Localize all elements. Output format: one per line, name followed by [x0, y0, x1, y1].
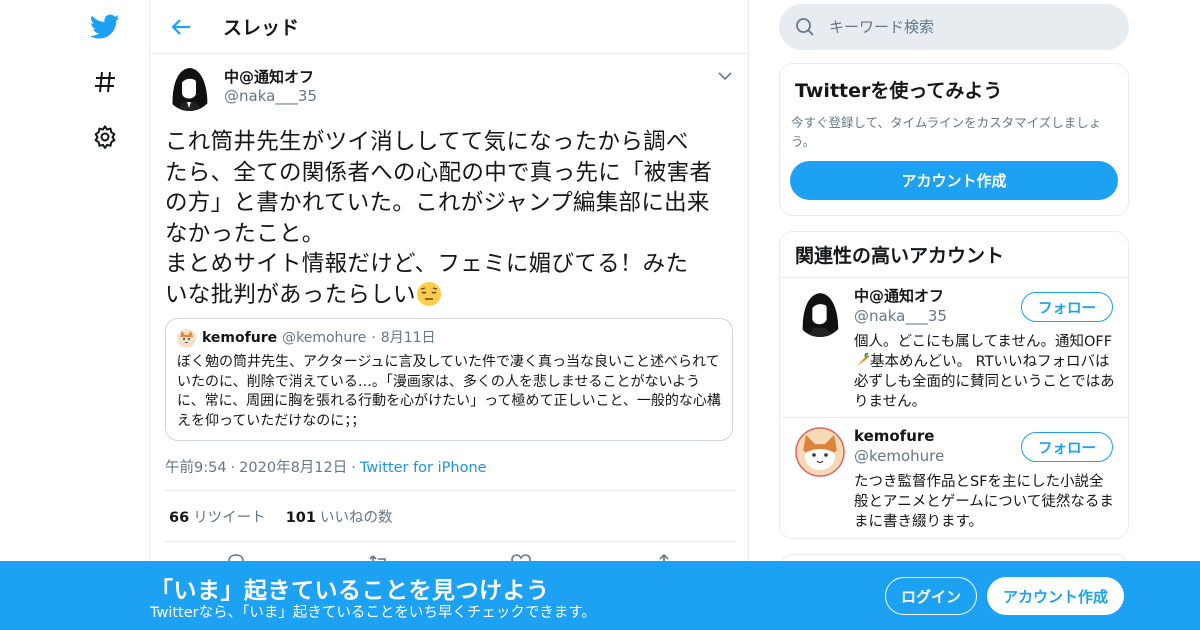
quoted-tweet-header: kemofure @kemohure · 8月11日	[177, 328, 721, 348]
avatar[interactable]	[165, 62, 214, 111]
author-name[interactable]: 中@通知オフ	[224, 68, 317, 86]
twitter-bird-icon[interactable]	[90, 12, 120, 42]
search-icon	[795, 17, 815, 37]
retweets-count: 66	[169, 509, 190, 526]
tweet-text-line-last: いな批判があったらしい	[165, 280, 737, 311]
banner-title: 「いま」起きていることを見つけよう	[150, 578, 550, 604]
tweet-source-link[interactable]: Twitter for iPhone	[360, 460, 487, 476]
retweets-label: リツイート	[193, 509, 266, 526]
avatar[interactable]	[795, 287, 845, 337]
likes-count: 101	[285, 509, 316, 526]
quoted-author-handle: @kemohure	[282, 330, 367, 346]
related-accounts-card: 関連性の高いアカウント 中@通知オフ @naka___35 個人。どこにも属して…	[779, 231, 1129, 539]
signup-card-subtitle: 今すぐ登録して、タイムラインをカスタマイズしましょう。	[791, 115, 1102, 149]
tweet-meta: 午前9:54 · 2020年8月12日 · Twitter for iPhone	[165, 456, 487, 477]
carrot-emoji	[854, 352, 870, 370]
signup-button[interactable]: アカウント作成	[987, 577, 1124, 615]
thread-header: スレッド	[150, 0, 748, 54]
related-user: kemofure @kemohure たつき監督作品とSFを主にした小説全般とア…	[780, 418, 1128, 558]
quoted-author-name: kemofure	[202, 330, 278, 346]
quoted-date: 8月11日	[380, 330, 436, 346]
signup-card: Twitterを使ってみよう 今すぐ登録して、タイムラインをカスタマイズしましょ…	[779, 63, 1129, 216]
signup-banner: 「いま」起きていることを見つけよう Twitterなら、「いま」起きていることを…	[0, 561, 1200, 630]
chevron-down-icon[interactable]	[715, 66, 735, 86]
tweet-text-line: まとめサイト情報だけど、フェミに媚びてる！みた	[165, 251, 689, 278]
follow-button[interactable]: フォロー	[1021, 292, 1113, 322]
tweet-time: 午前9:54	[165, 460, 227, 476]
pensive-face-emoji	[416, 281, 442, 307]
tweet-text-line: なかったこと。	[165, 220, 325, 247]
author-handle[interactable]: @naka___35	[224, 86, 317, 106]
user-bio: たつき監督作品とSFを主にした小説全般とアニメとゲームについて徒然なるままに書き…	[854, 474, 1114, 530]
tweet-date: 2020年8月12日	[239, 460, 348, 476]
separator-dot: ·	[371, 330, 376, 346]
separator-dot: ·	[230, 460, 236, 476]
signup-card-title: Twitterを使ってみよう	[795, 80, 1003, 102]
banner-subtitle: Twitterなら、「いま」起きていることをいち早くチェックできます。	[150, 605, 596, 621]
quoted-tweet-text: ぼく勉の筒井先生、アクタージュに言及していた件で凄く真っ当な良いこと述べられてい…	[177, 354, 721, 429]
search-input[interactable]	[829, 18, 1109, 36]
likes-label: いいねの数	[319, 509, 393, 526]
search-bar[interactable]	[779, 4, 1129, 50]
tweet-text-line: これ筒井先生がツイ消ししてて気になったから調べ	[165, 129, 689, 155]
retweets-stat[interactable]: 66 リツイート	[169, 506, 266, 527]
tweet-text: これ筒井先生がツイ消ししてて気になったから調べ たら、全ての関係者への心配の中で…	[165, 127, 737, 311]
author-info: 中@通知オフ @naka___35	[224, 68, 317, 106]
user-bio: 個人。どこにも属してません。通知OFF 基本めんどい。 RTいいねフォロバは必ずし…	[854, 332, 1116, 412]
avatar	[177, 328, 196, 348]
tweet-text-line: の方」と書かれていた。これがジャンプ編集部に出来	[165, 190, 710, 217]
related-user: 中@通知オフ @naka___35 個人。どこにも属してません。通知OFF基本め…	[780, 278, 1128, 418]
follow-button[interactable]: フォロー	[1021, 432, 1113, 462]
likes-stat[interactable]: 101 いいねの数	[286, 506, 393, 527]
page-title: スレッド	[223, 17, 300, 39]
hashtag-icon[interactable]	[90, 67, 120, 97]
thread-column: スレッド 中@通知オフ @naka___35 これ筒井先生がツイ消ししてて気にな…	[149, 0, 749, 630]
related-accounts-title: 関連性の高いアカウント	[780, 232, 1128, 278]
user-bio-text: 基本めんどい。 RTいいねフォロバは必ずしも全面的に賛同ということではありません…	[854, 354, 1115, 410]
tweet-stats: 66 リツイート 101 いいねの数	[165, 490, 735, 542]
tweet-text-line: たら、全ての関係者への心配の中で真っ先に「被害者	[165, 159, 713, 186]
arrow-left-icon[interactable]	[168, 14, 194, 40]
quoted-tweet[interactable]: kemofure @kemohure · 8月11日 ぼく勉の筒井先生、アクター…	[165, 318, 733, 441]
gear-icon[interactable]	[90, 122, 120, 152]
separator-dot: ·	[351, 460, 356, 476]
avatar[interactable]	[795, 427, 845, 477]
user-bio-text: 個人。どこにも属してません。通知OFF	[854, 334, 1113, 350]
create-account-button[interactable]: アカウント作成	[790, 161, 1118, 200]
login-button[interactable]: ログイン	[885, 577, 977, 615]
tweet-text-line: いな批判があったらしい	[165, 281, 416, 308]
